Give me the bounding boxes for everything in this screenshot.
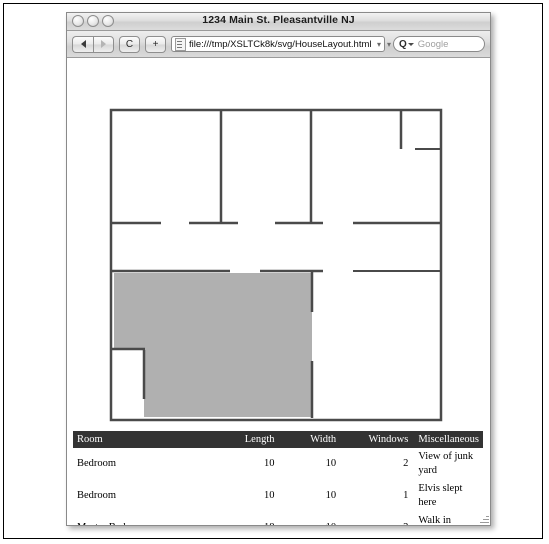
plus-icon: + [152, 38, 159, 50]
house-layout-svg [109, 108, 443, 422]
browser-toolbar: C + file:///tmp/XSLTCk8k/svg/HouseLayout… [67, 31, 490, 58]
table-body: Bedroom 10 10 2 View of junk yard Bedroom 10 10… [73, 448, 483, 525]
reload-icon: C [125, 38, 134, 50]
cell-miscellaneous: View of junk yard [418, 451, 474, 476]
cell-windows: 1 [403, 490, 409, 501]
table-row[interactable]: Bedroom 10 10 2 View of junk yard [73, 448, 483, 480]
resize-grip[interactable] [478, 513, 489, 524]
address-bar-text: file:///tmp/XSLTCk8k/svg/HouseLayout.htm… [189, 38, 372, 50]
cell-width: 10 [279, 512, 341, 525]
arrow-right-icon [101, 40, 106, 48]
arrow-left-icon [80, 40, 86, 48]
browser-window: 1234 Main St. Pleasantville NJ C + file: [66, 12, 491, 526]
cell-length: 10 [264, 458, 275, 469]
search-input[interactable]: Q Google [393, 36, 485, 52]
table-header: Room Length Width Windows Miscellaneous [73, 431, 483, 448]
figure-border: 1234 Main St. Pleasantville NJ C + file: [3, 3, 543, 539]
address-bar[interactable]: file:///tmp/XSLTCk8k/svg/HouseLayout.htm… [171, 36, 385, 52]
table-header-row: Room Length Width Windows Miscellaneous [73, 431, 483, 448]
toolbar-overflow-icon[interactable]: ▾ [385, 40, 393, 49]
cell-room: Bedroom [77, 458, 117, 469]
page-favicon-icon [175, 37, 186, 51]
search-icon: Q [399, 38, 407, 50]
cell-miscellaneous: Walk in Closet [418, 515, 452, 525]
page-content: Room Length Width Windows Miscellaneous … [67, 58, 490, 525]
add-bookmark-button[interactable]: + [145, 35, 166, 53]
column-header-length[interactable]: Length [216, 431, 279, 448]
table-row[interactable]: Master Bedroom18103 Walk in Closet [73, 512, 483, 525]
reload-button[interactable]: C [119, 35, 140, 53]
navigation-button-group [72, 35, 114, 53]
column-header-windows[interactable]: Windows [340, 431, 413, 448]
column-header-width[interactable]: Width [278, 431, 341, 448]
cell-length: 18 [216, 512, 278, 525]
table-row[interactable]: Bedroom 10 10 1 Elvis slept here [73, 480, 483, 512]
window-titlebar: 1234 Main St. Pleasantville NJ [67, 13, 490, 31]
search-placeholder: Google [417, 38, 449, 50]
room-table: Room Length Width Windows Miscellaneous … [73, 431, 483, 525]
column-header-room[interactable]: Room [73, 431, 217, 448]
cell-windows: 2 [403, 458, 409, 469]
column-header-miscellaneous[interactable]: Miscellaneous [412, 431, 483, 448]
window-title: 1234 Main St. Pleasantville NJ [202, 14, 355, 26]
cell-width: 10 [325, 490, 337, 501]
cell-room: Master Bedroom [73, 512, 216, 525]
cell-miscellaneous: Elvis slept here [418, 483, 463, 508]
cell-room: Bedroom [77, 490, 117, 501]
cell-width: 10 [325, 458, 337, 469]
chevron-down-icon[interactable] [407, 42, 414, 46]
back-button[interactable] [72, 35, 93, 53]
cell-length: 10 [264, 490, 275, 501]
forward-button[interactable] [93, 35, 114, 53]
chevron-down-icon[interactable]: ▾ [373, 40, 381, 49]
cell-windows: 3 [340, 512, 412, 525]
